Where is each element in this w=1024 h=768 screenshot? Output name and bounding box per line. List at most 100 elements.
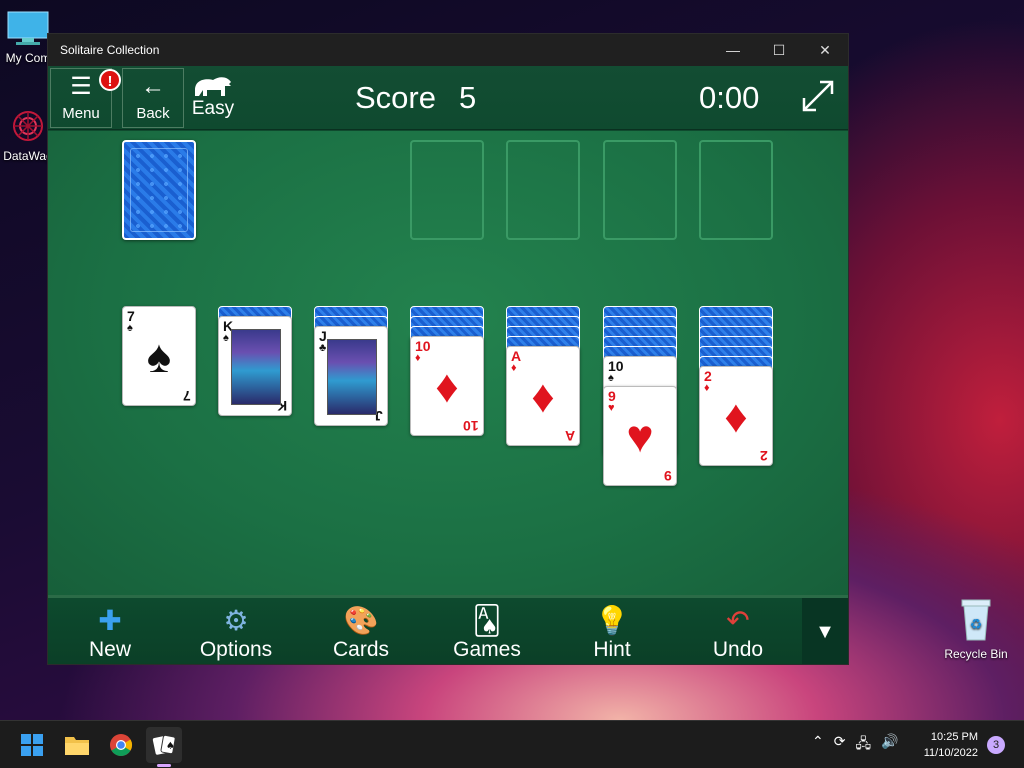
card-rank-bottom: 9 (664, 468, 672, 484)
card-center-pip: ♦ (531, 370, 555, 422)
card-center-pip: ♦ (724, 390, 748, 442)
stock-pile[interactable] (122, 140, 196, 240)
face-card-art (231, 329, 281, 405)
system-tray: ⌃ ⟳ 🖧 🔊 (812, 733, 899, 757)
cards-button[interactable]: 🎨 Cards (316, 604, 406, 662)
card-k-black[interactable]: K ♠ K (218, 316, 292, 416)
folder-icon (65, 737, 89, 755)
taskbar-clock[interactable]: 10:25 PM 11/10/2022 (914, 729, 978, 761)
windows-logo-icon (21, 734, 43, 756)
recycle-bin-desktop-icon[interactable]: ♻ Recycle Bin (938, 596, 1014, 661)
desktop-icon-label: Recycle Bin (944, 647, 1008, 661)
games-label: Games (453, 638, 521, 661)
hint-button[interactable]: 💡 Hint (567, 604, 657, 662)
card-suit: ♥ (608, 402, 615, 414)
card-rank: 7 (127, 308, 135, 324)
game-header: ☰ Menu ! ← Back Easy Score 5 0:00 (48, 66, 848, 130)
window-titlebar[interactable]: Solitaire Collection — ☐ ✕ (48, 34, 848, 66)
clock-date: 11/10/2022 (923, 747, 978, 759)
close-button[interactable]: ✕ (802, 34, 848, 66)
card-suit: ♦ (704, 382, 710, 394)
start-button[interactable] (14, 727, 50, 763)
difficulty-label: Easy (191, 98, 235, 119)
card-suit: ♦ (511, 362, 517, 374)
polar-bear-icon (195, 77, 231, 96)
card-rank-bottom: 10 (463, 418, 479, 434)
score-value: 5 (459, 80, 477, 115)
score-label: Score (355, 80, 436, 115)
foundation-slot-2[interactable] (506, 140, 580, 240)
fullscreen-icon[interactable] (798, 76, 838, 116)
card-rank-bottom: A (564, 428, 575, 444)
new-label: New (88, 638, 131, 661)
options-button[interactable]: ⚙ Options (191, 604, 281, 662)
card-rank-bottom: 7 (183, 388, 191, 404)
gear-icon: ⚙ (223, 605, 249, 636)
minimize-button[interactable]: — (710, 34, 756, 66)
plus-icon: ✚ (98, 605, 122, 636)
card-center-pip: ♥ (626, 410, 654, 462)
foundation-slot-4[interactable] (699, 140, 773, 240)
undo-button[interactable]: ↶ Undo (693, 604, 783, 662)
lightbulb-icon: 💡 (594, 605, 630, 636)
undo-label: Undo (712, 638, 764, 661)
back-button[interactable]: ← Back (122, 68, 184, 128)
card-j-black[interactable]: J ♣ J (314, 326, 388, 426)
chrome-icon (110, 734, 132, 756)
undo-arrow-icon: ↶ (726, 605, 750, 636)
card-rank: 2 (704, 368, 712, 384)
svg-text:♻: ♻ (970, 617, 983, 633)
games-button[interactable]: 🂡 Games (442, 604, 532, 662)
chrome-taskbar-button[interactable] (103, 727, 139, 763)
palette-icon: 🎨 (343, 605, 379, 636)
card-deck-icon: 🂡 (472, 605, 502, 636)
active-app-indicator (157, 764, 171, 767)
card-center-pip: ♦ (435, 360, 459, 412)
solitaire-taskbar-button[interactable]: ♠ (146, 727, 182, 763)
solitaire-cards-icon: ♠ (152, 734, 176, 755)
file-explorer-taskbar-button[interactable] (59, 727, 95, 763)
game-board: 7 ♠ 7 ♠ K ♠ K J ♣ J 10 ♦ 10 ♦ A ♦ A ♦ 10 ♠ 9 ♥ 9 ♥ 2 ♦ 2 ♦ (48, 131, 848, 595)
card-7-black[interactable]: 7 ♠ 7 ♠ (122, 306, 196, 406)
back-label: Back (136, 105, 170, 122)
face-card-art (327, 339, 377, 415)
card-rank: J (319, 328, 327, 344)
back-arrow-icon: ← (141, 73, 165, 100)
bottom-toolbar: ✚ New ⚙ Options 🎨 Cards 🂡 Games 💡 Hint ↶… (48, 595, 848, 664)
options-label: Options (199, 638, 273, 661)
card-rank: 9 (608, 388, 616, 404)
network-icon[interactable]: 🖧 (855, 733, 871, 757)
datawagon-app-icon (13, 111, 43, 141)
foundation-slot-1[interactable] (410, 140, 484, 240)
monitor-icon (7, 11, 49, 45)
maximize-button[interactable]: ☐ (756, 34, 802, 66)
card-suit: ♠ (608, 372, 614, 384)
volume-icon[interactable]: 🔊 (881, 733, 898, 757)
clock-time: 10:25 PM (930, 731, 978, 743)
card-10-red[interactable]: 10 ♦ 10 ♦ (410, 336, 484, 436)
game-timer: 0:00 (699, 80, 760, 115)
card-rank: 10 (608, 358, 624, 374)
menu-button[interactable]: ☰ Menu ! (50, 68, 121, 128)
card-2-red[interactable]: 2 ♦ 2 ♦ (699, 366, 773, 466)
card-suit: ♠ (223, 332, 229, 344)
foundation-slot-3[interactable] (603, 140, 677, 240)
card-rank-bottom: 2 (760, 448, 768, 464)
recycle-bin-icon: ♻ (961, 599, 991, 641)
svg-text:♠: ♠ (166, 741, 175, 752)
cards-label: Cards (332, 638, 390, 661)
chevron-up-icon[interactable]: ⌃ (812, 733, 824, 757)
new-game-button[interactable]: ✚ New (65, 604, 155, 662)
card-center-pip: ♠ (146, 330, 172, 382)
alert-badge: ! (99, 69, 121, 91)
card-a-red[interactable]: A ♦ A ♦ (506, 346, 580, 446)
difficulty-indicator: Easy (191, 72, 235, 120)
more-toolbar-button[interactable]: ▼ (802, 598, 848, 664)
notification-badge[interactable]: 3 (987, 736, 1005, 754)
sync-icon[interactable]: ⟳ (834, 733, 846, 757)
card-9-red[interactable]: 9 ♥ 9 ♥ (603, 386, 677, 486)
taskbar: ♠ ⌃ ⟳ 🖧 🔊 10:25 PM 11/10/2022 3 (0, 720, 1024, 768)
window-title: Solitaire Collection (60, 43, 160, 57)
hint-label: Hint (593, 638, 631, 661)
card-suit: ♦ (415, 352, 421, 364)
